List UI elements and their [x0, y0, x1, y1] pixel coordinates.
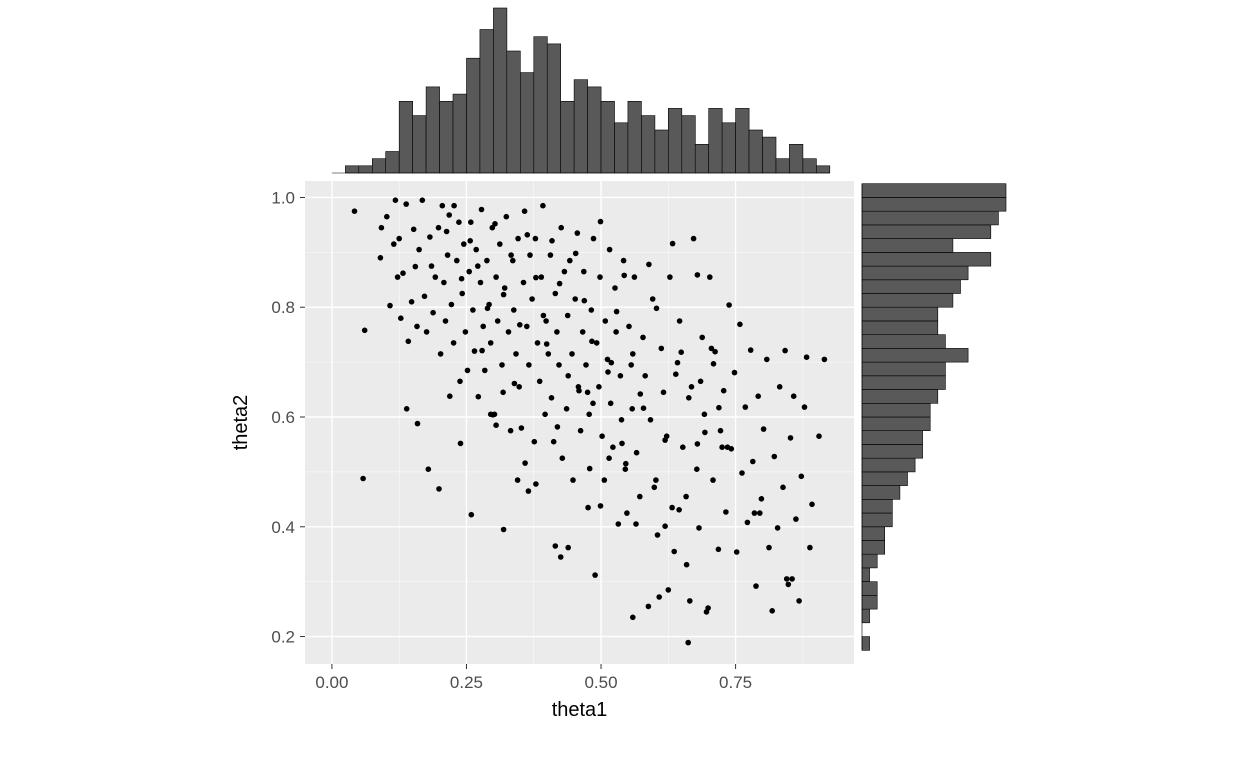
y-tick-label: 1.0 [271, 188, 295, 207]
marginal-top-hist [332, 8, 830, 173]
y-tick-label: 0.2 [271, 628, 295, 647]
y-tick-label: 0.6 [271, 408, 295, 427]
x-tick-label: 0.50 [584, 673, 617, 692]
x-tick-label: 0.25 [450, 673, 483, 692]
y-tick-label: 0.8 [271, 298, 295, 317]
scatter-panel [305, 181, 854, 664]
x-tick-label: 0.75 [719, 673, 752, 692]
y-tick-label: 0.4 [271, 518, 295, 537]
joint-scatter-marginal-plot: 0.00 0.25 0.50 0.75 0.2 0.4 0.6 0.8 1.0 theta1 the… [0, 0, 1248, 768]
x-axis-title: theta1 [552, 699, 608, 721]
y-axis-title: theta2 [230, 395, 252, 451]
marginal-right-hist [862, 184, 1006, 651]
x-tick-label: 0.00 [315, 673, 348, 692]
